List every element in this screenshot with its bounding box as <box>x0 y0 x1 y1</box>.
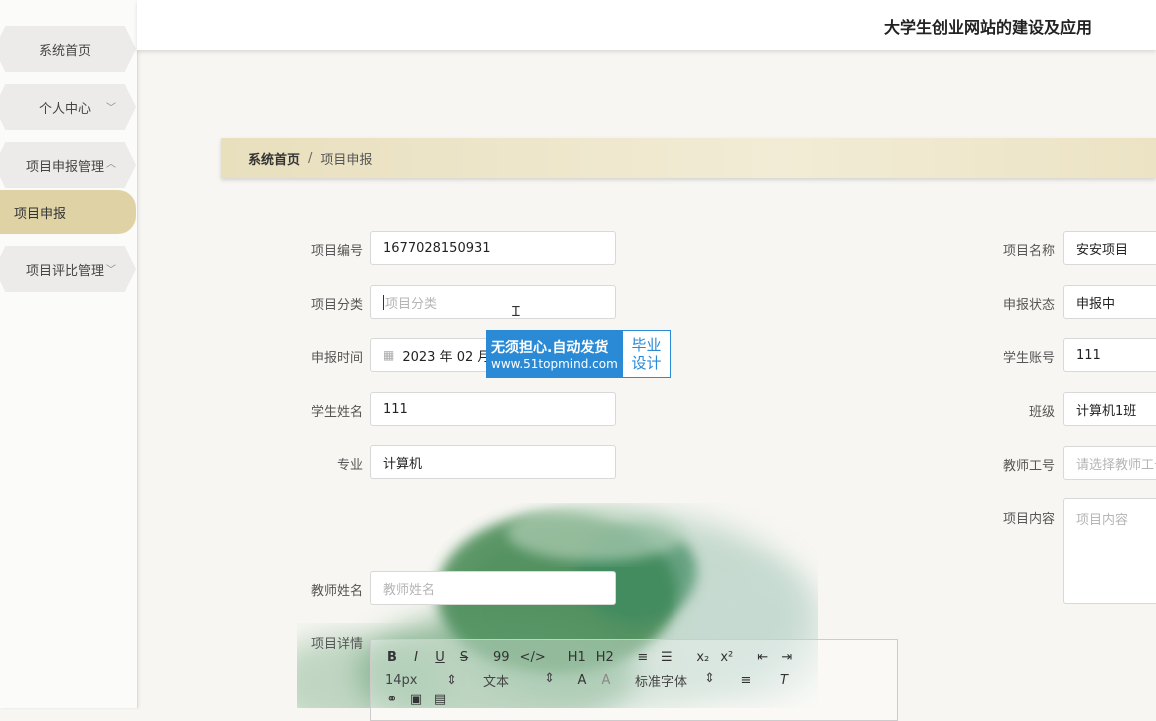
label-teacher-name: 教师姓名 <box>310 584 363 599</box>
select-arrows-icon: ⇕ <box>446 673 457 688</box>
apply-status-value: 申报中 <box>1076 296 1116 312</box>
label-major: 专业 <box>336 458 363 473</box>
breadcrumb-separator: / <box>308 150 313 166</box>
sidebar-item-label: 项目评比管理 <box>25 263 104 279</box>
watermark-line-2: www.51topmind.com <box>491 357 618 371</box>
chevron-down-icon: ﹀ <box>106 103 116 114</box>
label-teacher-no: 教师工号 <box>1002 459 1055 474</box>
student-name-field[interactable]: 111 <box>370 392 616 426</box>
watermark-right-1: 毕业 <box>631 336 662 354</box>
watermark-badge: 无须担心.自动发货 www.51topmind.com 毕业 设计 <box>486 330 671 378</box>
outdent-button[interactable]: ⇤ <box>756 650 770 665</box>
image-icon[interactable]: ▣ <box>409 692 423 707</box>
project-content-placeholder: 项目内容 <box>1076 513 1129 528</box>
clear-format-icon[interactable]: T <box>777 673 791 688</box>
text-type-value: 文本 <box>483 675 510 690</box>
major-value: 计算机 <box>383 456 423 472</box>
bullet-list-button[interactable]: ☰ <box>660 650 674 665</box>
ordered-list-button[interactable]: ≡ <box>636 650 650 665</box>
superscript-button[interactable]: x² <box>720 650 734 665</box>
class-field[interactable]: 计算机1班 <box>1063 392 1156 426</box>
sidebar-item-personal-center[interactable]: 个人中心 ﹀ <box>0 84 136 130</box>
label-class: 班级 <box>1028 405 1055 420</box>
sidebar-item-label: 系统首页 <box>38 43 91 59</box>
font-color-icon[interactable]: A <box>575 673 589 688</box>
teacher-name-field[interactable]: 教师姓名 <box>370 571 616 605</box>
font-size-value: 14px <box>385 673 418 688</box>
watermark-right-2: 设计 <box>631 354 662 372</box>
breadcrumb: 系统首页 / 项目申报 <box>221 138 1156 178</box>
chevron-down-icon: ﹀ <box>106 265 116 276</box>
font-family-select[interactable]: 标准字体 ⇕ <box>635 671 715 690</box>
project-content-textarea[interactable]: 项目内容 <box>1063 498 1156 604</box>
label-project-content: 项目内容 <box>1002 512 1055 527</box>
indent-button[interactable]: ⇥ <box>780 650 794 665</box>
breadcrumb-home[interactable]: 系统首页 <box>248 149 300 168</box>
project-name-value: 安安项目 <box>1076 242 1129 258</box>
project-category-field[interactable]: 项目分类 <box>370 285 616 319</box>
code-block-button[interactable]: </> <box>520 650 546 665</box>
align-icon[interactable]: ≡ <box>739 673 753 688</box>
ibeam-cursor-icon: Ɪ <box>512 304 520 320</box>
sidebar: 系统首页 个人中心 ﹀ 项目申报管理 ︿ 项目申报 项目评比管理 ﹀ <box>0 0 138 708</box>
text-type-select[interactable]: 文本 ⇕ <box>483 671 555 690</box>
font-family-value: 标准字体 <box>635 675 688 690</box>
italic-button[interactable]: I <box>409 650 423 665</box>
watermark-line-1: 无须担心.自动发货 <box>491 340 609 356</box>
sidebar-subitem-project-apply[interactable]: 项目申报 <box>0 190 136 234</box>
label-project-no: 项目编号 <box>310 244 363 259</box>
sidebar-item-project-apply-management[interactable]: 项目申报管理 ︿ <box>0 142 136 188</box>
label-project-detail: 项目详情 <box>310 637 363 652</box>
underline-button[interactable]: U <box>433 650 447 665</box>
strike-button[interactable]: S <box>457 650 471 665</box>
student-account-field[interactable]: 111 <box>1063 338 1156 372</box>
editor-toolbar-row-2: 14px ⇕ 文本 ⇕ A A 标准字体 ⇕ ≡ T <box>385 671 801 690</box>
link-icon[interactable]: ⚭ <box>385 692 399 707</box>
apply-status-field[interactable]: 申报中 <box>1063 285 1156 319</box>
header-1-button[interactable]: H1 <box>568 650 586 665</box>
editor-toolbar-row-1: B I U S 99 </> H1 H2 ≡ ☰ x₂ x² ⇤ ⇥ <box>385 650 804 665</box>
watermark-left: 无须担心.自动发货 www.51topmind.com <box>487 331 623 377</box>
chevron-up-icon: ︿ <box>106 159 116 170</box>
sidebar-subitem-label: 项目申报 <box>14 206 67 222</box>
breadcrumb-current: 项目申报 <box>320 152 373 168</box>
class-value: 计算机1班 <box>1076 403 1137 419</box>
project-category-placeholder: 项目分类 <box>385 296 438 312</box>
header-2-button[interactable]: H2 <box>596 650 614 665</box>
editor-toolbar-row-3: ⚭ ▣ ▤ <box>385 692 457 707</box>
select-arrows-icon: ⇕ <box>544 671 555 686</box>
project-name-field[interactable]: 安安项目 <box>1063 231 1156 265</box>
label-project-category: 项目分类 <box>310 298 363 313</box>
teacher-no-placeholder: 请选择教师工号 <box>1076 457 1156 473</box>
text-caret <box>383 294 384 310</box>
watermark-right: 毕业 设计 <box>623 331 670 377</box>
student-name-value: 111 <box>383 401 408 417</box>
background-color-icon[interactable]: A <box>599 673 613 688</box>
sidebar-item-label: 项目申报管理 <box>25 159 104 175</box>
subscript-button[interactable]: x₂ <box>696 650 710 665</box>
teacher-no-select[interactable]: 请选择教师工号 <box>1063 446 1156 480</box>
video-icon[interactable]: ▤ <box>433 692 447 707</box>
project-no-field[interactable]: 1677028150931 <box>370 231 616 265</box>
font-size-select[interactable]: 14px ⇕ <box>385 673 457 688</box>
label-apply-time: 申报时间 <box>310 351 363 366</box>
bold-button[interactable]: B <box>385 650 399 665</box>
label-apply-status: 申报状态 <box>1002 298 1055 313</box>
project-no-value: 1677028150931 <box>383 240 491 256</box>
student-account-value: 111 <box>1076 347 1101 363</box>
blockquote-button[interactable]: 99 <box>493 650 510 665</box>
top-header: 大学生创业网站的建设及应用 <box>137 0 1156 50</box>
label-project-name: 项目名称 <box>1002 244 1055 259</box>
sidebar-item-label: 个人中心 <box>38 101 91 117</box>
label-student-account: 学生账号 <box>1002 351 1055 366</box>
project-detail-editor[interactable]: B I U S 99 </> H1 H2 ≡ ☰ x₂ x² ⇤ ⇥ 14px … <box>370 639 898 721</box>
calendar-icon: ▦ <box>383 348 395 362</box>
teacher-name-placeholder: 教师姓名 <box>383 582 436 598</box>
label-student-name: 学生姓名 <box>310 405 363 420</box>
sidebar-item-home[interactable]: 系统首页 <box>0 26 136 72</box>
select-arrows-icon: ⇕ <box>704 671 715 686</box>
sidebar-item-project-evaluation-management[interactable]: 项目评比管理 ﹀ <box>0 246 136 292</box>
app-title: 大学生创业网站的建设及应用 <box>883 18 1092 37</box>
major-field[interactable]: 计算机 <box>370 445 616 479</box>
